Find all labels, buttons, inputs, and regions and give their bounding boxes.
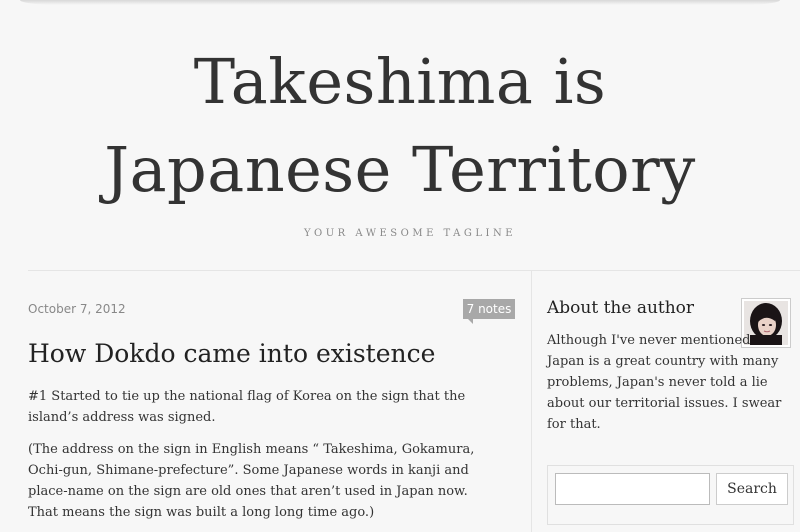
- search-form: Search: [547, 465, 794, 525]
- sidebar: About the author Although I've never men…: [547, 271, 800, 532]
- notes-count-badge[interactable]: 7 notes: [463, 299, 515, 324]
- post-column: October 7, 2012 7 notes How Dokdo came i…: [28, 271, 532, 532]
- post-title[interactable]: How Dokdo came into existence: [28, 337, 435, 371]
- search-input[interactable]: [555, 473, 710, 505]
- site-tagline: YOUR AWESOME TAGLINE: [303, 228, 517, 239]
- about-author-heading: About the author: [547, 298, 695, 318]
- post-paragraph: #1 Started to tie up the national flag o…: [28, 389, 466, 425]
- about-author-text: Although I've never mentioned Japan is a…: [547, 333, 782, 432]
- post-paragraph: (The address on the sign in English mean…: [28, 442, 475, 520]
- post-date[interactable]: October 7, 2012: [28, 302, 126, 316]
- search-button[interactable]: Search: [716, 473, 788, 505]
- post-body: #1 Started to tie up the national flag o…: [28, 386, 498, 532]
- site-header: Takeshima is Japanese Territory YOUR AWE…: [0, 0, 800, 270]
- site-title[interactable]: Takeshima is Japanese Territory: [60, 38, 740, 214]
